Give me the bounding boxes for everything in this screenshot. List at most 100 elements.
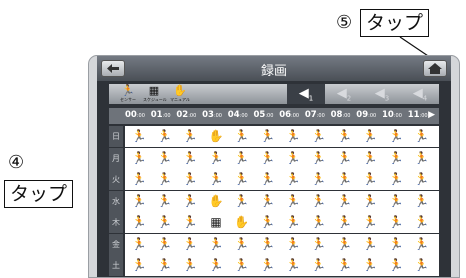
motion-record-icon[interactable]: 🏃	[127, 213, 151, 232]
motion-record-icon[interactable]: 🏃	[127, 256, 151, 275]
motion-record-icon[interactable]: 🏃	[333, 192, 357, 211]
home-button[interactable]	[423, 60, 447, 77]
motion-record-icon[interactable]: 🏃	[384, 213, 408, 232]
motion-record-icon[interactable]: 🏃	[204, 170, 228, 189]
motion-record-icon[interactable]: 🏃	[127, 235, 151, 254]
motion-record-icon[interactable]: 🏃	[230, 149, 254, 168]
motion-record-icon[interactable]: 🏃	[281, 149, 305, 168]
motion-record-icon[interactable]: 🏃	[333, 256, 357, 275]
motion-record-icon[interactable]: 🏃	[410, 256, 434, 275]
motion-record-icon[interactable]: 🏃	[127, 192, 151, 211]
motion-record-icon[interactable]: 🏃	[307, 127, 331, 146]
motion-record-icon[interactable]: 🏃	[307, 235, 331, 254]
callout-4-number: ④	[8, 152, 25, 173]
motion-record-icon[interactable]: 🏃	[178, 256, 202, 275]
motion-record-icon[interactable]: 🏃	[333, 235, 357, 254]
motion-record-icon[interactable]: 🏃	[410, 192, 434, 211]
motion-record-icon[interactable]: 🏃	[281, 256, 305, 275]
mode-label: センサー	[120, 97, 136, 102]
camera-tab-4[interactable]: ◀4	[401, 84, 439, 104]
mode-manual[interactable]: ✋ マニュアル	[169, 85, 191, 103]
manual-record-icon[interactable]: ✋	[230, 213, 254, 232]
motion-record-icon[interactable]: 🏃	[333, 170, 357, 189]
motion-record-icon[interactable]: 🏃	[256, 235, 280, 254]
motion-record-icon[interactable]: 🏃	[307, 149, 331, 168]
motion-record-icon[interactable]: 🏃	[230, 192, 254, 211]
manual-record-icon[interactable]: ✋	[204, 192, 228, 211]
motion-record-icon[interactable]: 🏃	[256, 192, 280, 211]
motion-record-icon[interactable]: 🏃	[127, 127, 151, 146]
motion-record-icon[interactable]: 🏃	[127, 149, 151, 168]
motion-record-icon[interactable]: 🏃	[153, 170, 177, 189]
motion-record-icon[interactable]: 🏃	[307, 170, 331, 189]
motion-record-icon[interactable]: 🏃	[410, 170, 434, 189]
motion-record-icon[interactable]: 🏃	[281, 127, 305, 146]
motion-record-icon[interactable]: 🏃	[410, 149, 434, 168]
motion-record-icon[interactable]: 🏃	[153, 149, 177, 168]
motion-record-icon[interactable]: 🏃	[230, 235, 254, 254]
day-label: 土	[109, 255, 123, 276]
motion-record-icon[interactable]: 🏃	[281, 235, 305, 254]
motion-record-icon[interactable]: 🏃	[307, 256, 331, 275]
motion-record-icon[interactable]: 🏃	[358, 170, 382, 189]
camera-tab-3[interactable]: ◀3	[363, 84, 401, 104]
motion-record-icon[interactable]: 🏃	[333, 213, 357, 232]
motion-record-icon[interactable]: 🏃	[384, 170, 408, 189]
motion-record-icon[interactable]: 🏃	[281, 192, 305, 211]
motion-record-icon[interactable]: 🏃	[153, 213, 177, 232]
motion-record-icon[interactable]: 🏃	[384, 127, 408, 146]
motion-record-icon[interactable]: 🏃	[153, 192, 177, 211]
motion-record-icon[interactable]: 🏃	[127, 170, 151, 189]
motion-record-icon[interactable]: 🏃	[358, 235, 382, 254]
schedule-row: 火 🏃 🏃 🏃 🏃 🏃 🏃 🏃 🏃 🏃 🏃 🏃 🏃	[109, 169, 439, 191]
motion-record-icon[interactable]: 🏃	[230, 127, 254, 146]
motion-record-icon[interactable]: 🏃	[230, 256, 254, 275]
motion-record-icon[interactable]: 🏃	[204, 235, 228, 254]
schedule-row-cells: 🏃 🏃 🏃 ✋ 🏃 🏃 🏃 🏃 🏃 🏃 🏃 🏃	[125, 190, 439, 212]
motion-record-icon[interactable]: 🏃	[281, 170, 305, 189]
motion-record-icon[interactable]: 🏃	[178, 149, 202, 168]
motion-record-icon[interactable]: 🏃	[256, 170, 280, 189]
motion-record-icon[interactable]: 🏃	[230, 170, 254, 189]
motion-record-icon[interactable]: 🏃	[410, 213, 434, 232]
motion-record-icon[interactable]: 🏃	[358, 127, 382, 146]
motion-record-icon[interactable]: 🏃	[153, 127, 177, 146]
motion-record-icon[interactable]: 🏃	[178, 192, 202, 211]
motion-record-icon[interactable]: 🏃	[384, 256, 408, 275]
camera-tab-1[interactable]: ◀1	[287, 84, 325, 104]
motion-record-icon[interactable]: 🏃	[384, 235, 408, 254]
motion-record-icon[interactable]: 🏃	[256, 149, 280, 168]
motion-record-icon[interactable]: 🏃	[384, 149, 408, 168]
motion-record-icon[interactable]: 🏃	[153, 235, 177, 254]
motion-record-icon[interactable]: 🏃	[256, 127, 280, 146]
motion-record-icon[interactable]: 🏃	[307, 213, 331, 232]
motion-record-icon[interactable]: 🏃	[204, 256, 228, 275]
motion-record-icon[interactable]: 🏃	[358, 192, 382, 211]
motion-record-icon[interactable]: 🏃	[358, 256, 382, 275]
motion-record-icon[interactable]: 🏃	[178, 235, 202, 254]
callout-5-label: タップ	[360, 9, 430, 37]
motion-record-icon[interactable]: 🏃	[358, 149, 382, 168]
motion-record-icon[interactable]: 🏃	[384, 192, 408, 211]
motion-record-icon[interactable]: 🏃	[256, 256, 280, 275]
motion-record-icon[interactable]: 🏃	[204, 149, 228, 168]
motion-record-icon[interactable]: 🏃	[410, 235, 434, 254]
motion-record-icon[interactable]: 🏃	[256, 213, 280, 232]
motion-record-icon[interactable]: 🏃	[153, 256, 177, 275]
motion-record-icon[interactable]: 🏃	[358, 213, 382, 232]
motion-record-icon[interactable]: 🏃	[333, 149, 357, 168]
schedule-record-icon[interactable]: ▦	[204, 213, 228, 232]
motion-record-icon[interactable]: 🏃	[307, 192, 331, 211]
motion-record-icon[interactable]: 🏃	[410, 127, 434, 146]
mode-motion[interactable]: 🏃 センサー	[117, 85, 139, 103]
mode-schedule[interactable]: ▦ スケジュール	[143, 85, 167, 103]
next-arrow-icon[interactable]: ▶	[428, 110, 435, 120]
camera-tab-2[interactable]: ◀2	[325, 84, 363, 104]
manual-record-icon[interactable]: ✋	[204, 127, 228, 146]
motion-record-icon[interactable]: 🏃	[333, 127, 357, 146]
motion-record-icon[interactable]: 🏃	[178, 170, 202, 189]
motion-record-icon[interactable]: 🏃	[178, 127, 202, 146]
hour-label: 09:00	[356, 110, 377, 120]
motion-record-icon[interactable]: 🏃	[178, 213, 202, 232]
motion-record-icon[interactable]: 🏃	[281, 213, 305, 232]
